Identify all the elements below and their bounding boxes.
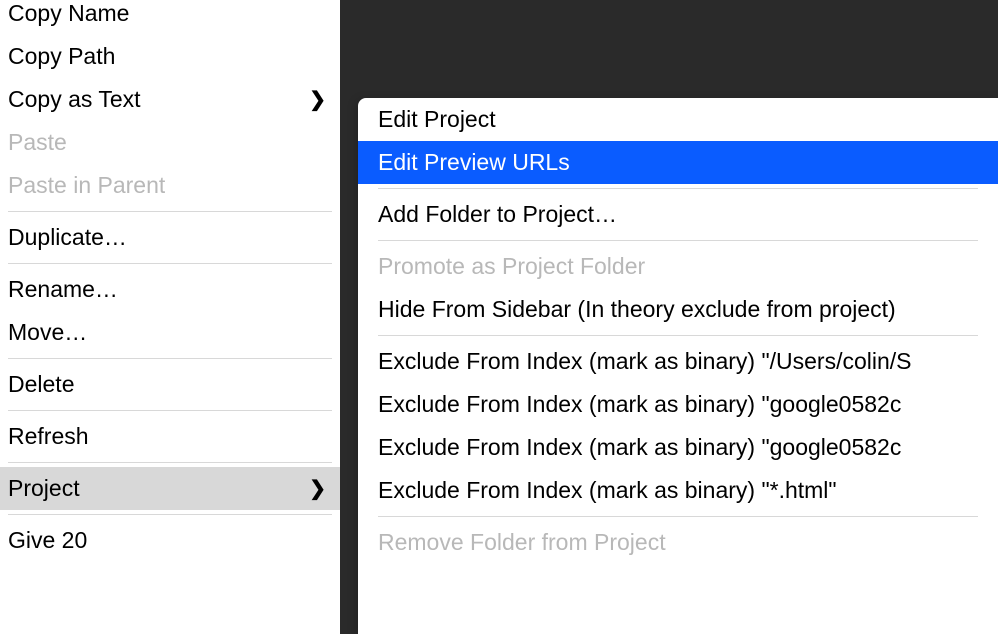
menu-item-paste-in-parent: Paste in Parent: [0, 164, 340, 207]
menu-item-copy-path[interactable]: Copy Path: [0, 35, 340, 78]
menu-label: Give 20: [8, 527, 87, 554]
menu-item-refresh[interactable]: Refresh: [0, 415, 340, 458]
menu-label: Project: [8, 475, 80, 502]
menu-separator: [8, 462, 332, 463]
menu-item-copy-name[interactable]: Copy Name: [0, 0, 340, 35]
menu-item-exclude-from-index-1[interactable]: Exclude From Index (mark as binary) "/Us…: [358, 340, 998, 383]
menu-separator: [378, 335, 978, 336]
menu-label: Paste: [8, 129, 67, 156]
menu-item-copy-as-text[interactable]: Copy as Text ❯: [0, 78, 340, 121]
menu-label: Duplicate…: [8, 224, 127, 251]
menu-label: Hide From Sidebar (In theory exclude fro…: [378, 296, 896, 323]
menu-label: Exclude From Index (mark as binary) "goo…: [378, 391, 901, 418]
menu-item-exclude-from-index-3[interactable]: Exclude From Index (mark as binary) "goo…: [358, 426, 998, 469]
menu-label: Copy Name: [8, 0, 129, 27]
menu-item-add-folder-to-project[interactable]: Add Folder to Project…: [358, 193, 998, 236]
menu-separator: [8, 358, 332, 359]
menu-separator: [8, 514, 332, 515]
menu-label: Remove Folder from Project: [378, 529, 666, 556]
menu-label: Add Folder to Project…: [378, 201, 617, 228]
menu-separator: [378, 240, 978, 241]
menu-separator: [378, 188, 978, 189]
menu-separator: [8, 410, 332, 411]
chevron-right-icon: ❯: [309, 476, 326, 501]
menu-item-remove-folder-from-project: Remove Folder from Project: [358, 521, 998, 564]
chevron-right-icon: ❯: [309, 87, 326, 112]
menu-label: Rename…: [8, 276, 118, 303]
menu-item-edit-project[interactable]: Edit Project: [358, 98, 998, 141]
menu-label: Refresh: [8, 423, 89, 450]
menu-item-exclude-from-index-2[interactable]: Exclude From Index (mark as binary) "goo…: [358, 383, 998, 426]
menu-label: Copy Path: [8, 43, 115, 70]
menu-label: Paste in Parent: [8, 172, 165, 199]
menu-item-give-20[interactable]: Give 20: [0, 519, 340, 562]
menu-label: Move…: [8, 319, 87, 346]
menu-label: Exclude From Index (mark as binary) "goo…: [378, 434, 901, 461]
menu-label: Copy as Text: [8, 86, 141, 113]
menu-label: Edit Preview URLs: [378, 149, 570, 176]
menu-separator: [8, 263, 332, 264]
menu-separator: [378, 516, 978, 517]
menu-item-exclude-from-index-4[interactable]: Exclude From Index (mark as binary) "*.h…: [358, 469, 998, 512]
menu-item-delete[interactable]: Delete: [0, 363, 340, 406]
menu-label: Promote as Project Folder: [378, 253, 645, 280]
menu-label: Exclude From Index (mark as binary) "*.h…: [378, 477, 837, 504]
menu-item-duplicate[interactable]: Duplicate…: [0, 216, 340, 259]
menu-label: Delete: [8, 371, 74, 398]
menu-label: Exclude From Index (mark as binary) "/Us…: [378, 348, 912, 375]
menu-item-move[interactable]: Move…: [0, 311, 340, 354]
menu-item-hide-from-sidebar[interactable]: Hide From Sidebar (In theory exclude fro…: [358, 288, 998, 331]
main-context-menu: Copy Name Copy Path Copy as Text ❯ Paste…: [0, 0, 340, 634]
menu-item-promote-as-project-folder: Promote as Project Folder: [358, 245, 998, 288]
menu-item-project[interactable]: Project ❯: [0, 467, 340, 510]
menu-item-edit-preview-urls[interactable]: Edit Preview URLs: [358, 141, 998, 184]
menu-label: Edit Project: [378, 106, 496, 133]
menu-separator: [8, 211, 332, 212]
menu-item-paste: Paste: [0, 121, 340, 164]
project-submenu: Edit Project Edit Preview URLs Add Folde…: [358, 98, 998, 634]
menu-item-rename[interactable]: Rename…: [0, 268, 340, 311]
